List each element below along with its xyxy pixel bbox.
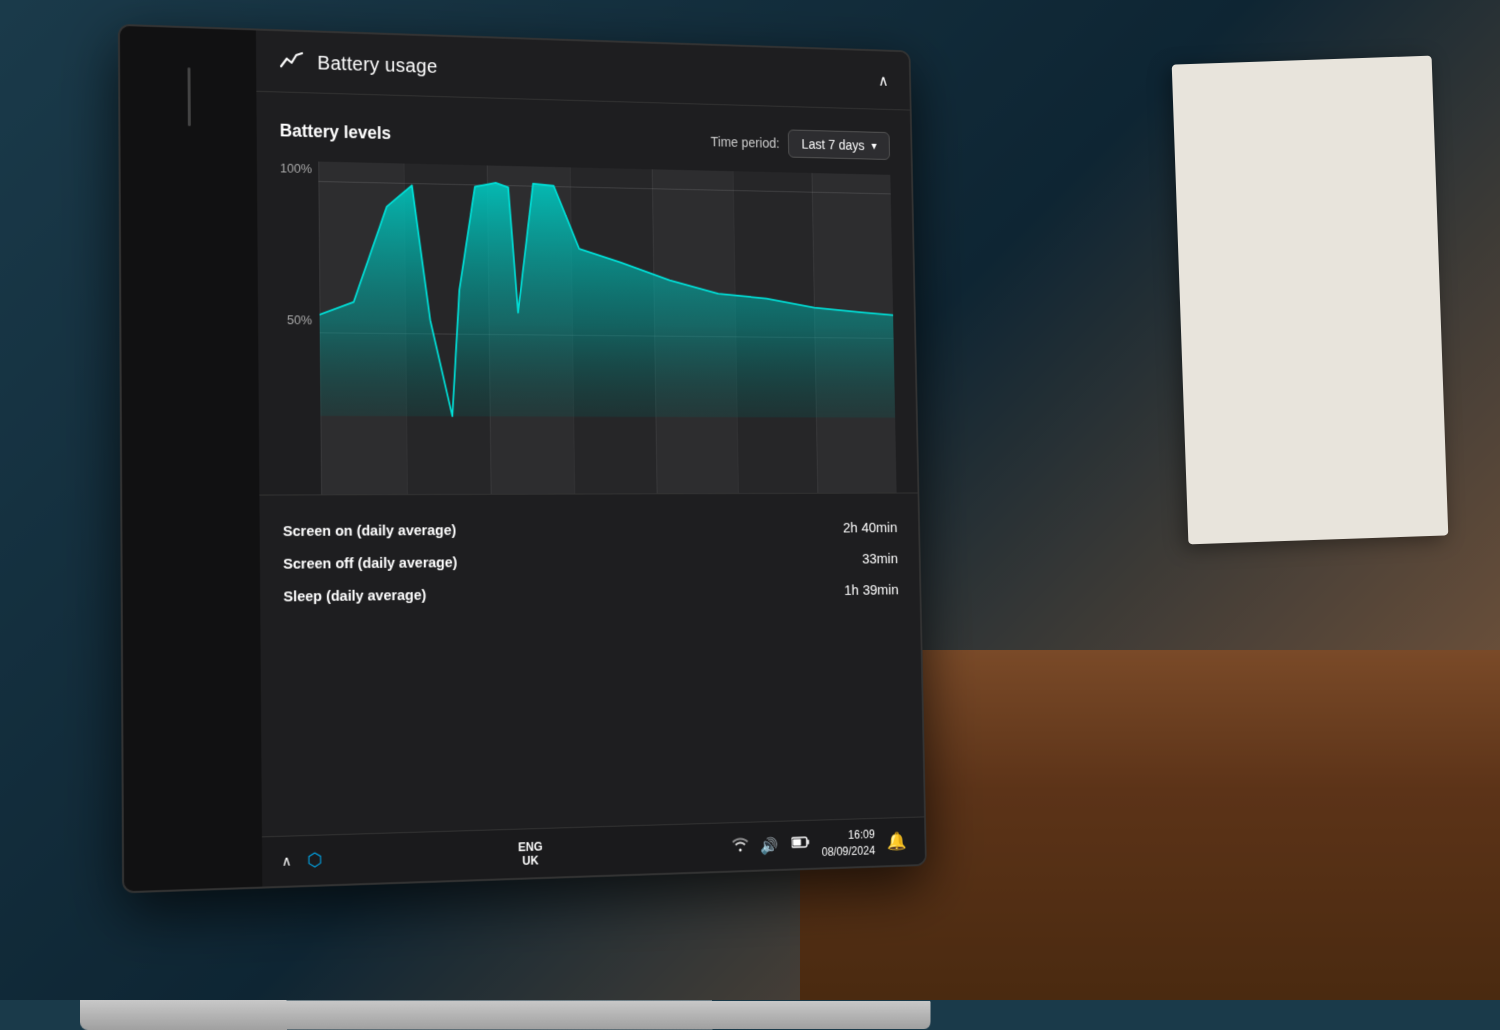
laptop-base [80, 1000, 931, 1030]
stat-label-screen-off: Screen off (daily average) [283, 554, 457, 572]
scene: Battery usage ∧ Battery levels Time peri… [0, 0, 1500, 1000]
stat-label-screen-on: Screen on (daily average) [283, 522, 456, 540]
taskbar-center: ENG UK [518, 839, 543, 867]
time-label: 16:09 [821, 826, 875, 844]
time-period-container: Time period: Last 7 days ▾ [711, 127, 891, 160]
wifi-icon [732, 836, 749, 857]
sidebar-strip [120, 26, 262, 891]
header-left: Battery usage [279, 49, 438, 81]
taskbar-expand-icon[interactable]: ∧ [282, 853, 292, 870]
time-period-label: Time period: [711, 134, 780, 151]
time-display: 16:09 08/09/2024 [821, 826, 875, 860]
dropbox-icon: ⬡ [307, 850, 322, 871]
taskbar-left: ∧ ⬡ [282, 850, 323, 872]
battery-levels-title: Battery levels [280, 120, 392, 143]
laptop-screen: Battery usage ∧ Battery levels Time peri… [118, 24, 927, 894]
stat-value-screen-on: 2h 40min [843, 520, 898, 536]
y-axis: 100% 50% [280, 161, 321, 465]
date-label: 08/09/2024 [822, 842, 876, 860]
taskbar-right: 🔊 16:09 08/09/2024 [732, 825, 908, 863]
lang-label-bottom: UK [522, 853, 538, 867]
stats-section: Screen on (daily average) 2h 40min Scree… [259, 493, 920, 634]
time-period-dropdown[interactable]: Last 7 days ▾ [788, 129, 890, 160]
stat-value-screen-off: 33min [862, 551, 898, 567]
time-period-value: Last 7 days [801, 136, 864, 153]
battery-icon [791, 835, 809, 854]
page-title: Battery usage [317, 52, 437, 78]
sidebar-decoration [187, 67, 190, 126]
collapse-icon[interactable]: ∧ [878, 72, 889, 91]
battery-chart-area: 100% 50% [280, 161, 897, 495]
y-label-100: 100% [280, 161, 318, 176]
main-content: Battery usage ∧ Battery levels Time peri… [256, 30, 925, 886]
dropdown-arrow-icon: ▾ [871, 139, 877, 152]
paper-background [1172, 56, 1449, 545]
volume-icon: 🔊 [761, 836, 779, 856]
stat-value-sleep: 1h 39min [844, 582, 899, 599]
stat-row-screen-on: Screen on (daily average) 2h 40min [283, 512, 898, 548]
lang-label-top: ENG [518, 839, 543, 854]
battery-chart-svg [318, 162, 895, 426]
y-label-50: 50% [281, 312, 320, 327]
notification-icon[interactable]: 🔔 [887, 831, 907, 852]
stat-row-sleep: Sleep (daily average) 1h 39min [283, 575, 899, 614]
chart-icon [279, 49, 304, 77]
stat-label-sleep: Sleep (daily average) [283, 587, 426, 605]
